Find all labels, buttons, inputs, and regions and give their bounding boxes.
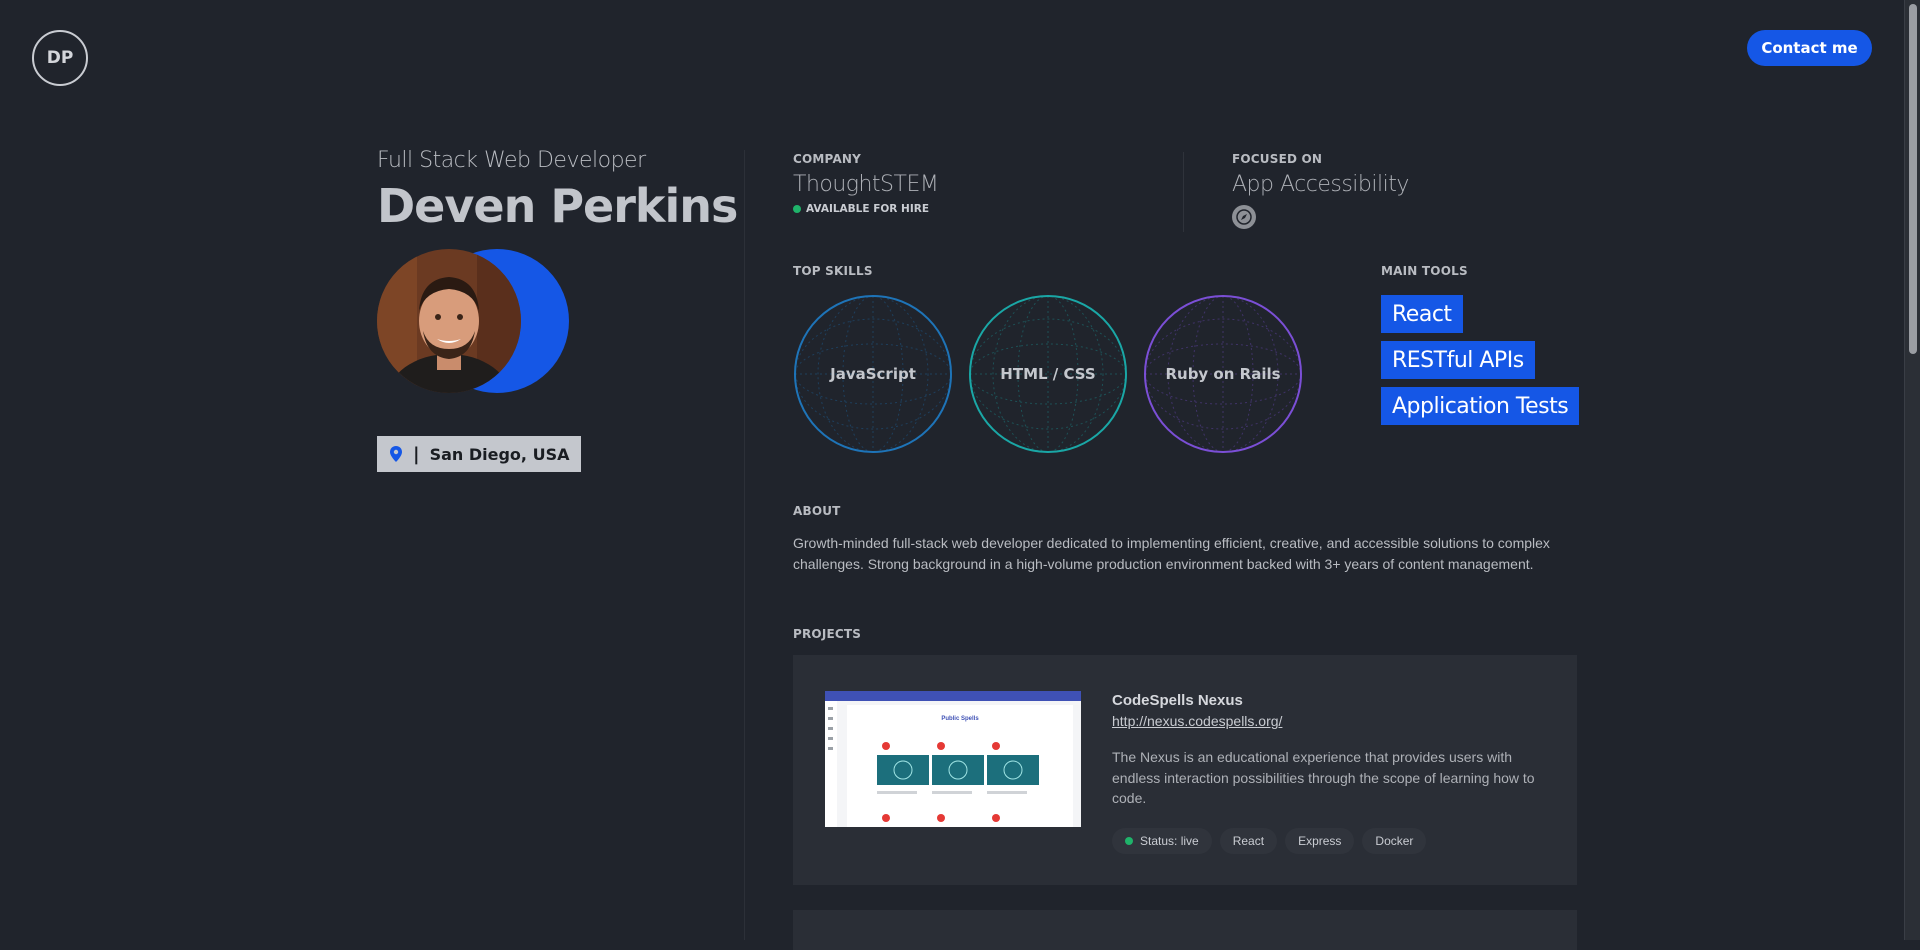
skill-circle-ruby-on-rails: Ruby on Rails [1143, 294, 1303, 454]
focus-label: FOCUSED ON [1232, 152, 1323, 166]
status-text: Status: live [1140, 834, 1199, 848]
map-pin-icon [390, 446, 402, 462]
skill-label: Ruby on Rails [1165, 365, 1281, 383]
company-section: COMPANY ThoughtSTEM AVAILABLE FOR HIRE [793, 152, 939, 215]
tech-tag: Docker [1362, 828, 1427, 854]
profile-name: Deven Perkins [377, 179, 738, 233]
project-description: The Nexus is an educational experience t… [1112, 749, 1535, 806]
project-card: Public Spells CodeSpells Nexus http://ne… [793, 655, 1577, 885]
about-text: Growth-minded full-stack web developer d… [793, 535, 1550, 572]
logo-badge[interactable]: DP [32, 30, 88, 86]
scrollbar[interactable] [1904, 0, 1920, 940]
project-tags: Status: live React Express Docker [1112, 828, 1427, 854]
tools-label: MAIN TOOLS [1381, 264, 1468, 278]
thumbnail-title: Public Spells [941, 716, 979, 722]
skill-circle-javascript: JavaScript [793, 294, 953, 454]
about-label: ABOUT [793, 504, 841, 518]
tech-tag: React [1219, 828, 1278, 854]
company-name: ThoughtSTEM [793, 172, 939, 197]
profile-role: Full Stack Web Developer [377, 148, 646, 173]
company-label: COMPANY [793, 152, 862, 166]
project-card [793, 910, 1577, 950]
tool-badge: RESTful APIs [1381, 341, 1535, 379]
project-link[interactable]: http://nexus.codespells.org/ [1112, 713, 1282, 729]
status-badge: Status: live [1112, 828, 1212, 854]
focus-section: FOCUSED ON App Accessibility [1232, 152, 1409, 229]
focus-value: App Accessibility [1232, 172, 1409, 197]
location-badge: | San Diego, USA [377, 436, 582, 472]
skill-circle-html-css: HTML / CSS [968, 294, 1128, 454]
skills-label: TOP SKILLS [793, 264, 873, 278]
column-divider [744, 150, 745, 940]
skill-label: JavaScript [830, 365, 916, 383]
compass-icon [1232, 205, 1256, 229]
project-thumbnail[interactable]: Public Spells [825, 691, 1081, 827]
availability-text: AVAILABLE FOR HIRE [806, 203, 929, 215]
avatar-group [377, 249, 577, 399]
tech-tag: Express [1285, 828, 1355, 854]
status-dot-icon [1125, 837, 1133, 845]
location-text: San Diego, USA [429, 444, 570, 464]
availability-status: AVAILABLE FOR HIRE [793, 203, 938, 215]
location-separator: | [413, 443, 420, 465]
tool-badge: React [1381, 295, 1463, 333]
scrollbar-thumb[interactable] [1909, 4, 1917, 354]
project-title: CodeSpells Nexus [1112, 692, 1243, 709]
info-divider [1183, 152, 1184, 232]
profile-panel: Full Stack Web Developer Deven Perkins |… [377, 148, 738, 472]
tool-badge: Application Tests [1381, 387, 1580, 425]
skill-label: HTML / CSS [1000, 365, 1096, 383]
status-dot-icon [793, 205, 801, 213]
contact-button[interactable]: Contact me [1747, 30, 1872, 66]
avatar [377, 249, 521, 393]
tools-list: React RESTful APIs Application Tests [1381, 295, 1580, 425]
projects-label: PROJECTS [793, 627, 862, 641]
